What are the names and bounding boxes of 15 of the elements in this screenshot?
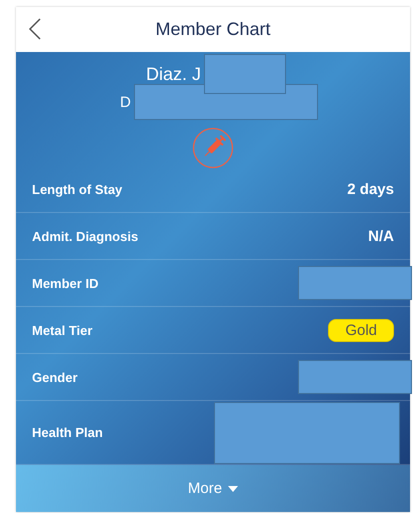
row-label: Gender <box>32 370 78 384</box>
row-label: Member ID <box>32 276 98 290</box>
row-label: Admit. Diagnosis <box>32 228 138 244</box>
caret-icon <box>228 486 238 492</box>
row-value: N/A <box>368 228 394 244</box>
tier-badge: Gold <box>328 318 394 342</box>
back-icon[interactable] <box>28 18 42 40</box>
member-subtitle: D <box>120 94 131 111</box>
row-label: Health Plan <box>32 425 103 440</box>
row-value: 2 days <box>347 180 394 198</box>
row-label: Length of Stay <box>32 182 122 196</box>
screen-title: Member Chart <box>155 19 271 40</box>
row-label: Metal Tier <box>32 322 92 338</box>
member-name: Diaz. J <box>146 64 202 85</box>
more-button[interactable]: More <box>16 465 410 512</box>
